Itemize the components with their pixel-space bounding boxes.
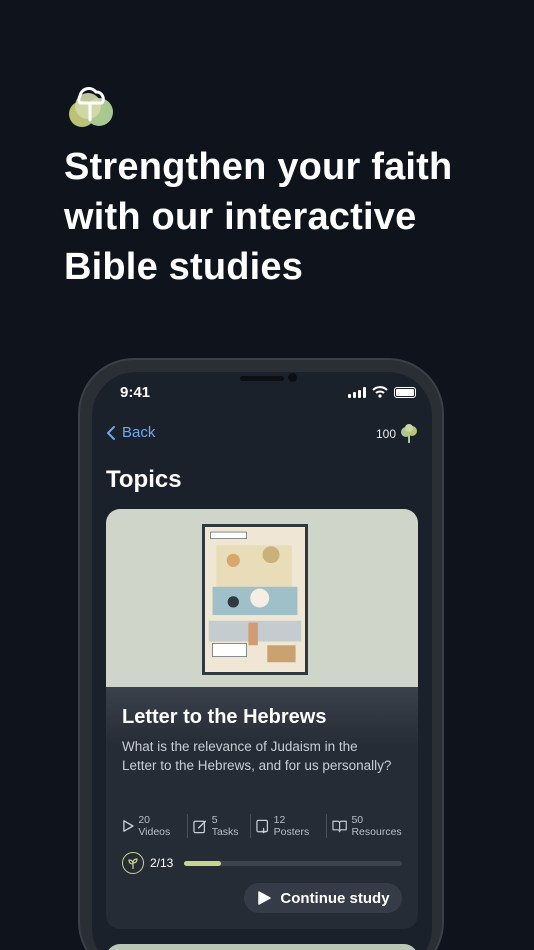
back-button[interactable]: Back — [106, 424, 155, 441]
poster-icon — [256, 819, 269, 833]
edit-icon — [193, 820, 207, 833]
phone-screen: 9:41 Back 100 Topics Letter to the Hebre… — [92, 372, 432, 950]
topic-card-image — [106, 509, 418, 692]
progress-bar-fill — [184, 861, 222, 866]
progress-indicator: 2/13 — [122, 852, 173, 874]
stat-posters: 12 Posters — [250, 814, 326, 838]
headline-line-1: Strengthen your faith — [64, 146, 453, 188]
topic-description: What is the relevance of Judaism in the … — [122, 739, 392, 773]
continue-study-button[interactable]: Continue study — [244, 883, 402, 913]
camera-dot — [288, 373, 297, 382]
status-icons — [348, 386, 416, 398]
signal-icon — [348, 386, 366, 398]
back-label: Back — [122, 424, 156, 441]
sprout-icon — [122, 852, 144, 874]
tree-logo-icon — [69, 87, 113, 127]
section-title: Topics — [106, 466, 182, 493]
stat-videos: 20 Videos — [122, 814, 187, 838]
headline-line-3: Bible studies — [64, 246, 304, 288]
play-icon — [123, 820, 134, 832]
tree-icon — [401, 424, 417, 443]
battery-icon — [394, 386, 416, 398]
chevron-left-icon — [107, 425, 115, 440]
continue-study-label: Continue study — [280, 889, 390, 907]
book-icon — [332, 820, 348, 833]
headline-line-2: with our interactive — [64, 196, 417, 238]
status-time: 9:41 — [120, 384, 151, 401]
speaker-grille — [240, 376, 284, 381]
play-icon — [258, 891, 272, 905]
progress-bar — [184, 861, 402, 866]
stat-tasks-label: 5 Tasks — [211, 814, 239, 838]
poster-illustration — [202, 524, 308, 675]
topic-card[interactable]: Letter to the Hebrews What is the releva… — [106, 509, 418, 929]
stat-tasks: 5 Tasks — [187, 814, 250, 838]
stat-posters-label: 12 Posters — [273, 814, 310, 838]
progress-count: 2/13 — [150, 856, 174, 870]
score-value: 100 — [375, 427, 396, 441]
next-topic-card[interactable] — [106, 944, 418, 950]
wifi-icon — [372, 386, 388, 398]
headline: Strengthen your faith with our interacti… — [64, 142, 504, 292]
stat-resources-label: 50 Resources — [351, 814, 402, 838]
topic-title: Letter to the Hebrews — [122, 706, 327, 728]
stat-resources: 50 Resources — [326, 814, 418, 838]
score-badge[interactable]: 100 — [376, 424, 418, 444]
topic-stats: 20 Videos 5 Tasks 12 Posters 50 Resource… — [122, 814, 418, 838]
stat-videos-label: 20 Videos — [138, 814, 171, 838]
